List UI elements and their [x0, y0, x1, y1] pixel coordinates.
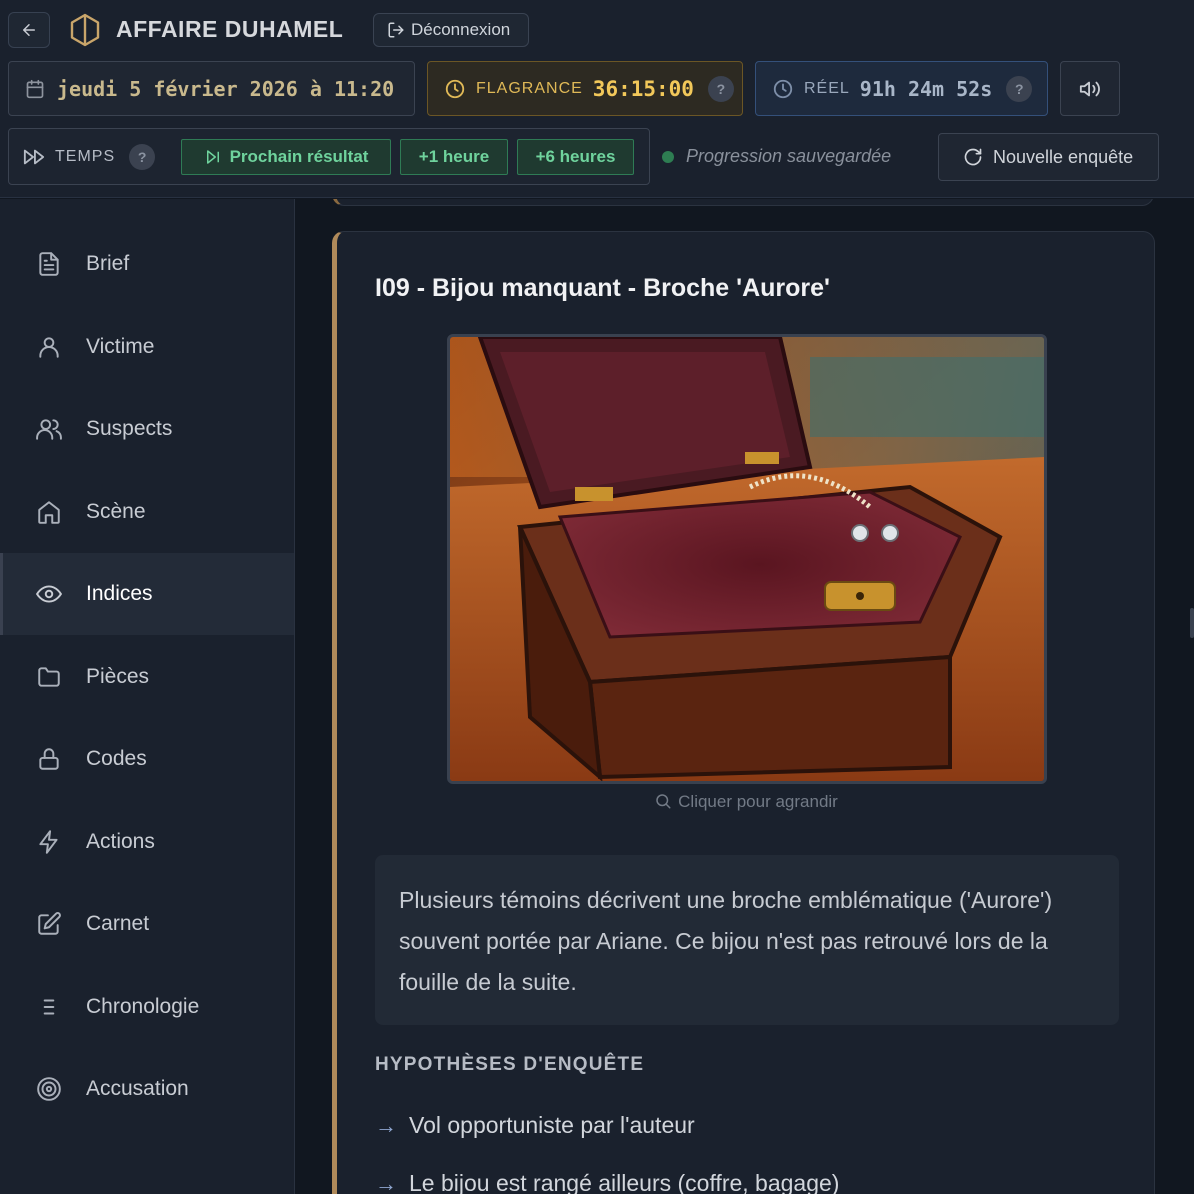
- logout-icon: [388, 22, 404, 38]
- real-time-timer: RÉEL 91h 24m 52s ?: [755, 61, 1048, 116]
- sound-toggle-button[interactable]: [1060, 61, 1120, 116]
- plus-1-hour-button[interactable]: +1 heure: [400, 139, 508, 175]
- list-icon: [43, 999, 55, 1015]
- new-investigation-label: Nouvelle enquête: [993, 146, 1134, 167]
- eye-icon: [36, 585, 62, 603]
- back-button[interactable]: [8, 12, 50, 48]
- sidebar-item-brief[interactable]: Brief: [0, 223, 294, 305]
- search-icon: [656, 794, 671, 809]
- enlarge-hint[interactable]: Cliquer pour agrandir: [337, 792, 1155, 812]
- sidebar-item-label: Accusation: [86, 1077, 189, 1100]
- hypothesis-item: → Le bijou est rangé ailleurs (coffre, b…: [375, 1170, 839, 1194]
- time-label: TEMPS: [55, 147, 116, 165]
- sidebar-item-label: Actions: [86, 830, 155, 853]
- real-time-help-button[interactable]: ?: [1006, 75, 1033, 102]
- arrow-left-icon: [23, 24, 35, 36]
- hypothesis-text: Le bijou est rangé ailleurs (coffre, bag…: [409, 1170, 840, 1194]
- sidebar-item-label: Brief: [86, 252, 130, 275]
- skip-forward-icon: [206, 150, 219, 164]
- sidebar-item-label: Carnet: [86, 912, 150, 935]
- next-result-button[interactable]: Prochain résultat: [181, 139, 391, 175]
- sidebar-item-label: Scène: [86, 500, 146, 523]
- flagrance-timer: FLAGRANCE 36:15:00 ?: [427, 61, 743, 116]
- logout-button[interactable]: Déconnexion: [373, 13, 529, 47]
- edit-icon: [38, 912, 61, 935]
- sidebar-item-accusation[interactable]: Accusation: [0, 1048, 294, 1130]
- scrollbar-thumb[interactable]: [1190, 608, 1194, 638]
- folder-icon: [38, 667, 60, 687]
- flagrance-label: FLAGRANCE: [476, 79, 583, 97]
- sidebar-item-label: Codes: [86, 747, 147, 770]
- hypotheses-heading: HYPOTHÈSES D'ENQUÊTE: [375, 1054, 645, 1075]
- sidebar-item-chronologie[interactable]: Chronologie: [0, 966, 294, 1048]
- file-text-icon: [39, 252, 59, 276]
- jewelry-box-illustration: [450, 337, 1044, 781]
- sidebar-item-label: Chronologie: [86, 995, 200, 1018]
- sidebar-item-pieces[interactable]: Pièces: [0, 636, 294, 718]
- sidebar-item-codes[interactable]: Codes: [0, 718, 294, 800]
- game-date-display: jeudi 5 février 2026 à 11:20: [8, 61, 415, 116]
- new-investigation-button[interactable]: Nouvelle enquête: [938, 133, 1159, 181]
- plus-6-hours-button[interactable]: +6 heures: [517, 139, 634, 175]
- user-icon: [39, 337, 59, 358]
- next-result-label: Prochain résultat: [229, 147, 369, 166]
- logout-label: Déconnexion: [411, 20, 511, 39]
- refresh-icon: [964, 148, 982, 166]
- sidebar-item-scene[interactable]: Scène: [0, 471, 294, 553]
- app-title: AFFAIRE DUHAMEL: [116, 16, 344, 42]
- hypothesis-item: → Vol opportuniste par l'auteur: [375, 1112, 695, 1139]
- enlarge-hint-text: Cliquer pour agrandir: [678, 792, 838, 811]
- sidebar-item-label: Victime: [86, 335, 155, 358]
- sidebar-item-suspects[interactable]: Suspects: [0, 388, 294, 470]
- sidebar-item-victime[interactable]: Victime: [0, 306, 294, 388]
- logo-icon: [70, 13, 100, 47]
- flagrance-value: 36:15:00: [592, 76, 694, 101]
- target-icon: [37, 1077, 61, 1101]
- clue-image[interactable]: [447, 334, 1047, 784]
- clue-card: I09 - Bijou manquant - Broche 'Aurore' C…: [332, 231, 1155, 1194]
- real-time-label: RÉEL: [804, 79, 850, 97]
- sidebar-item-label: Suspects: [86, 417, 173, 440]
- users-icon: [36, 419, 62, 440]
- hypothesis-text: Vol opportuniste par l'auteur: [409, 1112, 695, 1138]
- sidebar-item-label: Pièces: [86, 665, 150, 688]
- save-status-dot: [662, 150, 674, 163]
- home-icon: [38, 501, 60, 524]
- top-bar: AFFAIRE DUHAMEL Déconnexion jeudi 5 févr…: [0, 0, 1194, 198]
- calendar-icon: [26, 79, 44, 98]
- sidebar-item-actions[interactable]: Actions: [0, 801, 294, 883]
- sidebar-item-indices[interactable]: Indices: [0, 553, 294, 635]
- arrow-right-icon: →: [375, 1112, 397, 1138]
- clock-icon: [445, 79, 465, 98]
- previous-clue-card: [332, 199, 1154, 206]
- sidebar-item-label: Indices: [86, 582, 153, 605]
- sidebar-item-carnet[interactable]: Carnet: [0, 883, 294, 965]
- clock-icon: [773, 79, 793, 98]
- real-time-value: 91h 24m 52s: [859, 76, 993, 101]
- game-date: jeudi 5 février 2026 à 11:20: [57, 76, 395, 101]
- time-help-button[interactable]: ?: [129, 143, 156, 170]
- lightning-icon: [39, 830, 58, 854]
- save-status: Progression sauvegardée: [662, 146, 891, 167]
- lock-icon: [39, 748, 59, 770]
- main-content: I09 - Bijou manquant - Broche 'Aurore' C…: [296, 199, 1194, 1194]
- time-controls: TEMPS ? Prochain résultat +1 heure +6 he…: [8, 128, 650, 185]
- clue-description: Plusieurs témoins décrivent une broche e…: [375, 855, 1119, 1025]
- arrow-right-icon: →: [375, 1170, 397, 1194]
- speaker-icon: [1079, 81, 1100, 96]
- fast-forward-icon: [23, 149, 45, 164]
- flagrance-help-button[interactable]: ?: [707, 75, 734, 102]
- sidebar: Brief Victime Suspects Scène Indices Piè…: [0, 199, 295, 1194]
- save-status-text: Progression sauvegardée: [686, 146, 892, 166]
- clue-title: I09 - Bijou manquant - Broche 'Aurore': [375, 274, 830, 302]
